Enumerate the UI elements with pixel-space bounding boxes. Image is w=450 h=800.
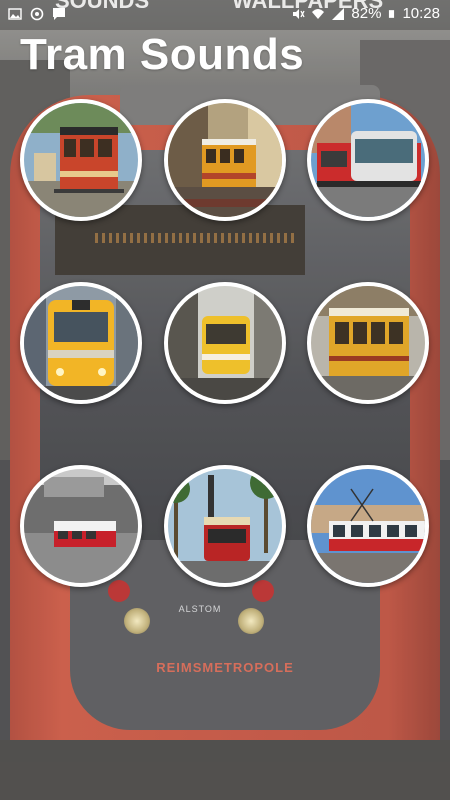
clock: 10:28 bbox=[402, 5, 440, 22]
image-notification-icon bbox=[8, 8, 22, 20]
tram-sound-button-1[interactable] bbox=[20, 99, 142, 221]
status-bar: SOUNDS WALLPAPERS 82% 10:28 bbox=[0, 0, 450, 30]
yellow-heritage-tram-icon bbox=[311, 286, 425, 400]
tram-sound-button-3[interactable] bbox=[307, 99, 429, 221]
lisbon-yellow-tram-icon bbox=[168, 103, 282, 217]
page-title: Tram Sounds bbox=[20, 30, 305, 79]
signal-icon bbox=[332, 7, 345, 20]
notification-icons bbox=[8, 7, 66, 21]
lisbon-alley-tram-icon bbox=[168, 286, 282, 400]
tram-sound-button-4[interactable] bbox=[20, 282, 142, 404]
red-tram-palm-street-icon bbox=[168, 469, 282, 583]
tab-sounds[interactable]: SOUNDS bbox=[55, 0, 149, 14]
tram-sound-button-8[interactable] bbox=[164, 465, 286, 587]
battery-icon bbox=[389, 9, 395, 18]
sync-notification-icon bbox=[30, 7, 44, 21]
tram-sound-button-5[interactable] bbox=[164, 282, 286, 404]
tram-sound-button-7[interactable] bbox=[20, 465, 142, 587]
status-indicators: 82% 10:28 bbox=[291, 5, 440, 22]
black-white-prague-tram-icon bbox=[24, 469, 138, 583]
red-white-city-tram-icon bbox=[311, 469, 425, 583]
battery-percentage: 82% bbox=[351, 5, 382, 22]
tram-sound-button-2[interactable] bbox=[164, 99, 286, 221]
vintage-red-tram-icon bbox=[24, 103, 138, 217]
modern-red-tram-icon bbox=[311, 103, 425, 217]
tram-sound-button-9[interactable] bbox=[307, 465, 429, 587]
tram-sound-button-6[interactable] bbox=[307, 282, 429, 404]
wifi-icon bbox=[312, 8, 325, 19]
mute-icon bbox=[293, 8, 306, 19]
message-notification-icon bbox=[53, 8, 65, 20]
yellow-tram-number-2-icon bbox=[24, 286, 138, 400]
